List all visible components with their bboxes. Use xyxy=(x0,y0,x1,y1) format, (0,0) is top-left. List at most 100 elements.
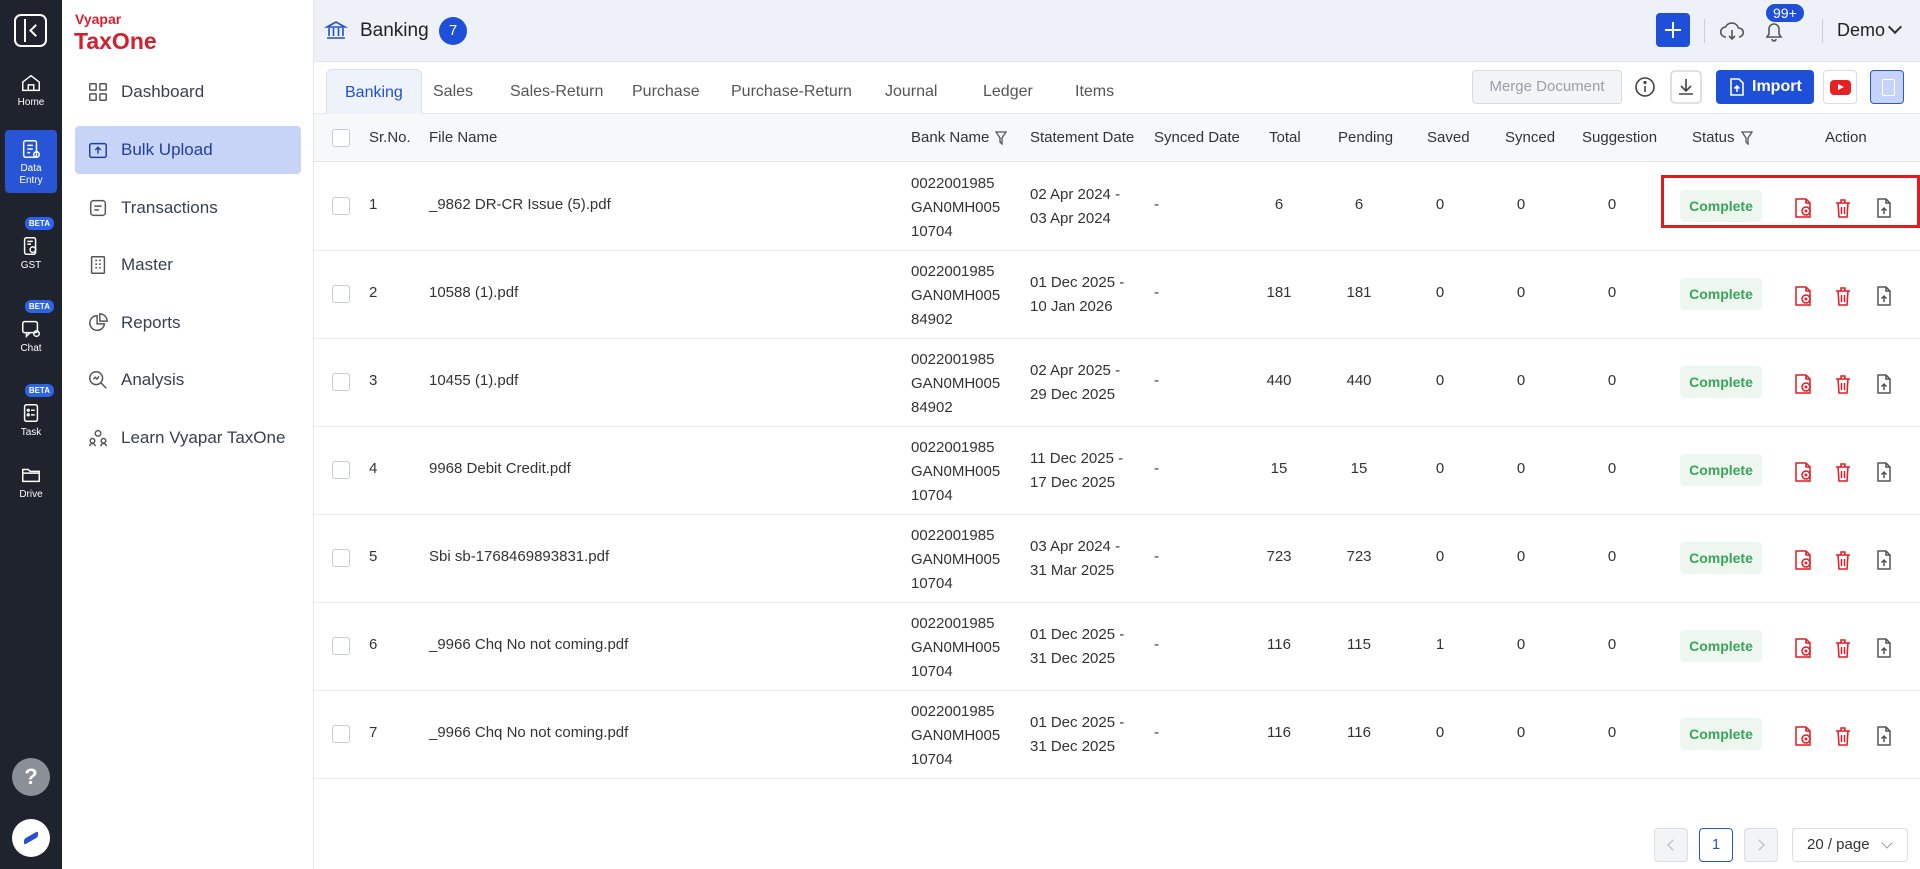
cell-file-name: 10588 (1).pdf xyxy=(429,284,519,301)
sidebar-item-master[interactable]: Master xyxy=(75,241,301,289)
file-upload-icon[interactable] xyxy=(1873,285,1895,307)
table-row[interactable]: 3 10455 (1).pdf 0022001985 GAN0MH005 84902 02… xyxy=(314,339,1920,427)
tab-items[interactable]: Items xyxy=(1057,69,1132,114)
header-divider xyxy=(1704,19,1705,43)
filter-icon[interactable] xyxy=(1740,131,1753,146)
info-icon[interactable] xyxy=(1629,70,1661,104)
cell-sr: 5 xyxy=(369,548,378,565)
file-upload-icon[interactable] xyxy=(1873,373,1895,395)
tab-sales-return[interactable]: Sales-Return xyxy=(492,69,621,114)
delete-icon[interactable] xyxy=(1832,725,1854,747)
gst-icon xyxy=(23,237,37,255)
sidebar-item-reports[interactable]: Reports xyxy=(75,299,301,347)
tab-journal[interactable]: Journal xyxy=(867,69,955,114)
cell-synced: 0 xyxy=(1516,636,1526,653)
user-menu[interactable]: Demo xyxy=(1837,20,1885,41)
column-header: Bank Name xyxy=(911,129,990,146)
home-icon xyxy=(22,74,40,92)
app-logo-button[interactable] xyxy=(12,819,50,857)
download-icon[interactable] xyxy=(1670,70,1702,104)
rail-item-task[interactable]: BETA Task xyxy=(5,384,57,438)
rail-item-chat[interactable]: BETA Chat xyxy=(5,300,57,354)
date-line: 01 Dec 2025 - xyxy=(1030,714,1125,731)
row-checkbox[interactable] xyxy=(332,637,350,655)
view-pdf-icon[interactable] xyxy=(1792,549,1814,571)
sidebar-item-learn[interactable]: Learn Vyapar TaxOne xyxy=(75,414,301,462)
sidebar-item-dashboard[interactable]: Dashboard xyxy=(75,68,301,116)
sidebar-item-bulk-upload[interactable]: Bulk Upload xyxy=(75,126,301,174)
file-upload-icon[interactable] xyxy=(1873,549,1895,571)
file-upload-icon[interactable] xyxy=(1873,637,1895,659)
file-upload-icon[interactable] xyxy=(1873,461,1895,483)
add-button[interactable] xyxy=(1656,13,1690,47)
table-row[interactable]: 7 _9966 Chq No not coming.pdf 0022001985 GA… xyxy=(314,691,1920,779)
tab-ledger[interactable]: Ledger xyxy=(965,69,1051,114)
row-checkbox[interactable] xyxy=(332,549,350,567)
rail-item-home[interactable]: Home xyxy=(5,72,57,108)
sidebar-item-label: Master xyxy=(121,255,173,274)
cell-pending: 181 xyxy=(1346,284,1372,301)
prev-page-button[interactable] xyxy=(1654,828,1688,862)
date-line: 03 Apr 2024 xyxy=(1030,210,1111,227)
table-row[interactable]: 4 9968 Debit Credit.pdf 0022001985 GAN0MH00… xyxy=(314,427,1920,515)
view-pdf-icon[interactable] xyxy=(1792,637,1814,659)
rail-item-drive[interactable]: Drive xyxy=(5,464,57,500)
row-checkbox[interactable] xyxy=(332,461,350,479)
cell-statement-date: 02 Apr 2025 - 29 Dec 2025 xyxy=(1030,359,1120,407)
youtube-icon xyxy=(1830,80,1851,95)
collapse-sidebar-icon[interactable] xyxy=(14,14,47,47)
beta-badge: BETA xyxy=(24,300,54,313)
bank-line: 10704 xyxy=(911,575,953,592)
sidebar-item-transactions[interactable]: Transactions xyxy=(75,184,301,232)
bank-line: 0022001985 xyxy=(911,703,995,720)
view-pdf-icon[interactable] xyxy=(1792,461,1814,483)
sidebar-item-analysis[interactable]: Analysis xyxy=(75,356,301,404)
row-checkbox[interactable] xyxy=(332,285,350,303)
rail-label: GST xyxy=(20,260,42,271)
help-button[interactable]: ? xyxy=(12,758,50,796)
bank-line: 0022001985 xyxy=(911,351,995,368)
cell-saved: 0 xyxy=(1435,548,1445,565)
view-pdf-icon[interactable] xyxy=(1792,285,1814,307)
date-line: 10 Jan 2026 xyxy=(1030,298,1113,315)
file-upload-icon[interactable] xyxy=(1873,725,1895,747)
tab-banking[interactable]: Banking xyxy=(326,69,422,114)
cell-saved: 0 xyxy=(1435,460,1445,477)
table-row[interactable]: 5 Sbi sb-1768469893831.pdf 0022001985 GAN0M… xyxy=(314,515,1920,603)
page-size-select[interactable]: 20 / page xyxy=(1792,828,1908,862)
page-current[interactable]: 1 xyxy=(1699,828,1733,862)
delete-icon[interactable] xyxy=(1832,637,1854,659)
column-header: Sr.No. xyxy=(369,129,411,146)
table-row[interactable]: 2 10588 (1).pdf 0022001985 GAN0MH005 84902 01… xyxy=(314,251,1920,339)
cell-suggestion: 0 xyxy=(1607,284,1617,301)
delete-icon[interactable] xyxy=(1832,373,1854,395)
tab-sales[interactable]: Sales xyxy=(415,69,491,114)
view-pdf-icon[interactable] xyxy=(1792,373,1814,395)
cell-sr: 6 xyxy=(369,636,378,653)
cell-bank-name: 0022001985 GAN0MH005 84902 xyxy=(911,348,1000,420)
tab-purchase[interactable]: Purchase xyxy=(614,69,718,114)
tab-purchase-return[interactable]: Purchase-Return xyxy=(713,69,870,114)
chevron-down-icon[interactable] xyxy=(1887,19,1903,35)
delete-icon[interactable] xyxy=(1832,549,1854,571)
import-button[interactable]: Import xyxy=(1716,70,1814,104)
delete-icon[interactable] xyxy=(1832,461,1854,483)
rail-item-data-entry[interactable]: Data Entry xyxy=(5,130,57,193)
cell-sr: 3 xyxy=(369,372,378,389)
filter-icon[interactable] xyxy=(995,131,1008,146)
rail-item-gst[interactable]: BETA GST xyxy=(5,217,57,271)
delete-icon[interactable] xyxy=(1832,285,1854,307)
select-all-checkbox[interactable] xyxy=(332,129,350,147)
table-row[interactable]: 6 _9966 Chq No not coming.pdf 0022001985 GA… xyxy=(314,603,1920,691)
document-button[interactable] xyxy=(1870,70,1904,104)
row-checkbox[interactable] xyxy=(332,725,350,743)
merge-document-button[interactable]: Merge Document xyxy=(1472,70,1622,104)
row-checkbox[interactable] xyxy=(332,373,350,391)
cloud-download-icon[interactable] xyxy=(1718,17,1746,45)
next-page-button[interactable] xyxy=(1744,828,1778,862)
cell-saved: 0 xyxy=(1435,196,1445,213)
youtube-button[interactable] xyxy=(1823,70,1857,104)
cell-total: 116 xyxy=(1267,636,1291,653)
view-pdf-icon[interactable] xyxy=(1792,725,1814,747)
row-checkbox[interactable] xyxy=(332,197,350,215)
